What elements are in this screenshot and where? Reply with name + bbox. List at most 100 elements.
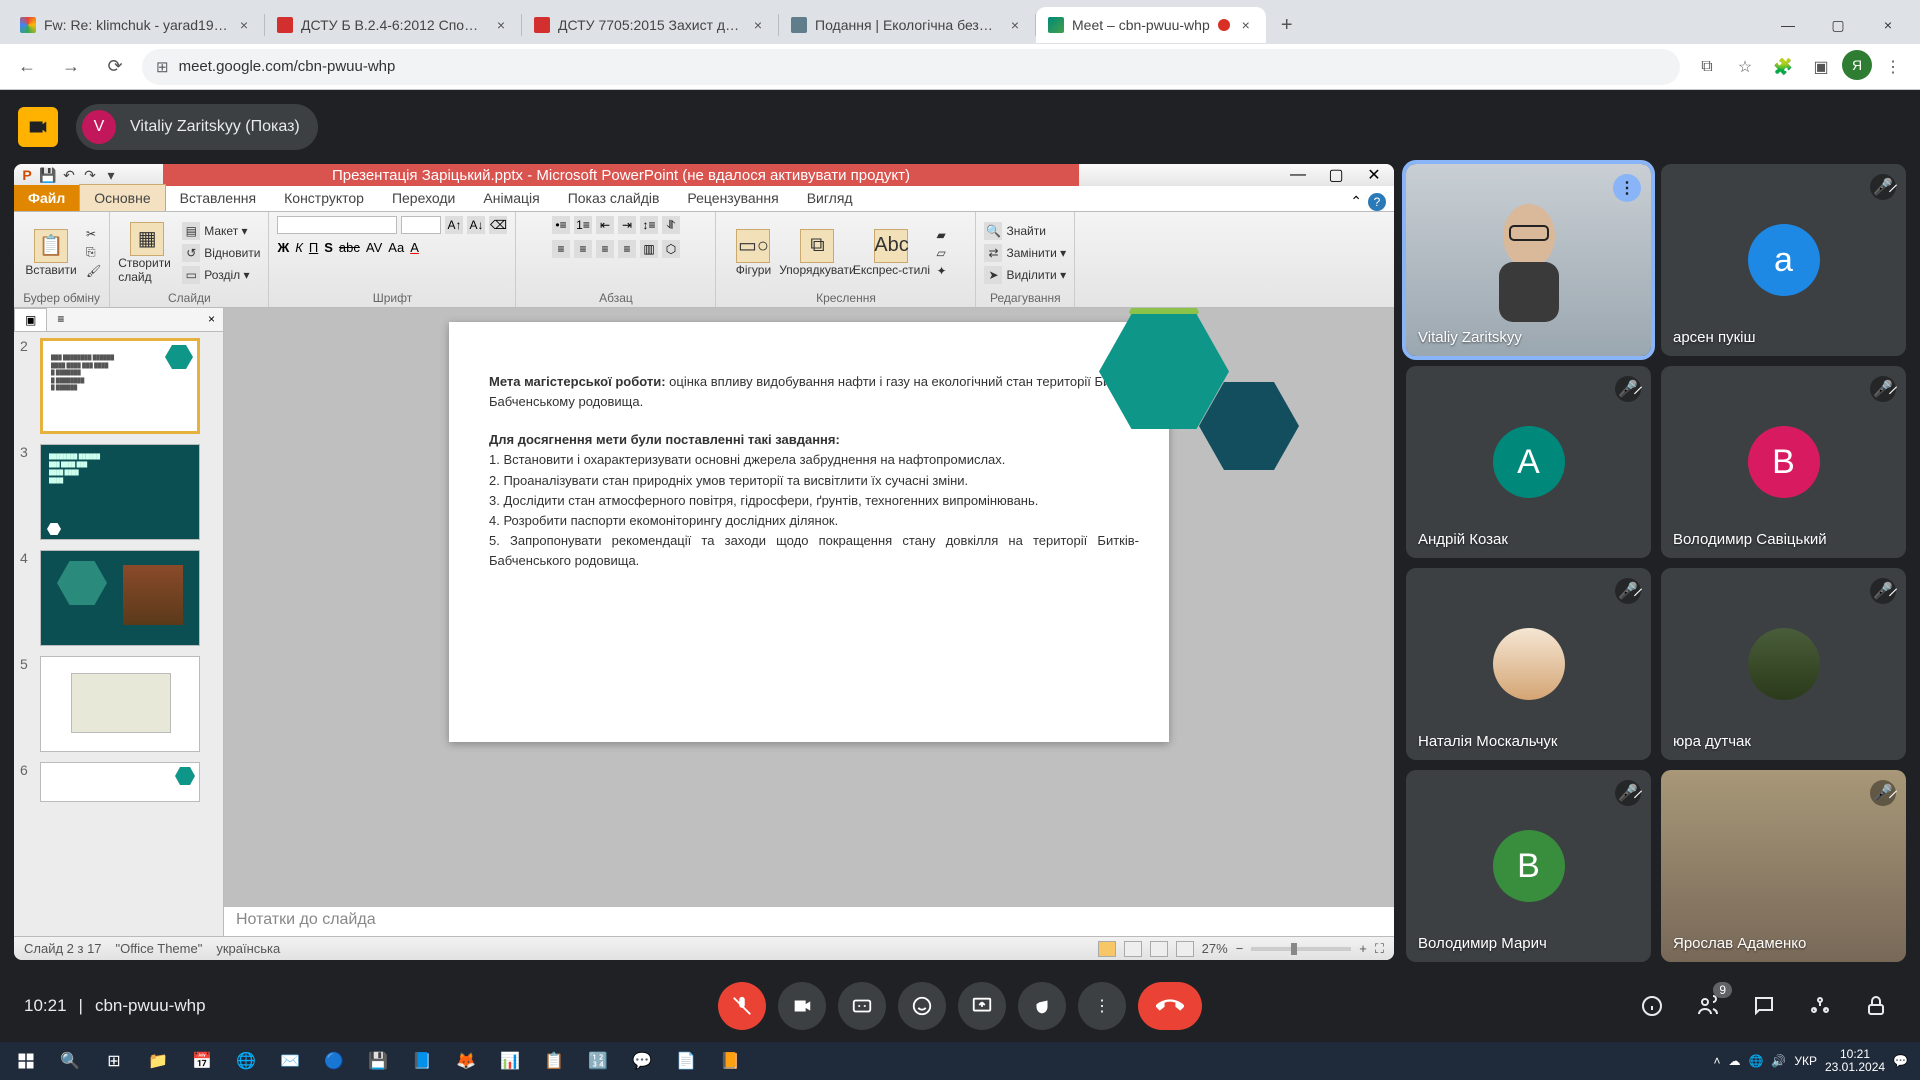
network-icon[interactable]: 🌐 — [1748, 1054, 1763, 1068]
fit-button[interactable]: ⛶ — [1375, 941, 1384, 957]
sorter-view-button[interactable] — [1124, 941, 1142, 957]
line-spacing-icon[interactable]: ↕≡ — [640, 216, 658, 234]
tile-nataliia[interactable]: 🎤̷ Наталія Москальчук — [1406, 568, 1651, 760]
chat-button[interactable] — [1744, 986, 1784, 1026]
shape-effects-button[interactable]: ✦ — [936, 264, 946, 278]
language[interactable]: українська — [216, 941, 280, 956]
slide-thumb-4[interactable] — [40, 550, 200, 646]
bold-button[interactable]: Ж — [277, 240, 289, 255]
profile-avatar[interactable]: Я — [1842, 50, 1872, 80]
captions-button[interactable] — [838, 982, 886, 1030]
align-left-icon[interactable]: ≡ — [552, 240, 570, 258]
select-button[interactable]: ➤Виділити ▾ — [984, 266, 1066, 284]
totalcmd-icon[interactable]: 💾 — [356, 1042, 400, 1080]
section-button[interactable]: ▭Розділ ▾ — [182, 266, 260, 284]
text-direction-icon[interactable]: ⥯ — [662, 216, 680, 234]
thumbnails[interactable]: 2███ ████████ ██████████ ████ ███ █████ … — [14, 332, 223, 936]
site-info-icon[interactable]: ⊞ — [156, 58, 169, 76]
find-button[interactable]: 🔍Знайти — [984, 222, 1066, 240]
outline-tab[interactable]: ≡ — [47, 308, 74, 331]
bookmark-icon[interactable]: ☆ — [1728, 50, 1762, 84]
raise-hand-button[interactable] — [1018, 982, 1066, 1030]
tile-yaroslav[interactable]: 🎤̷ Ярослав Адаменко — [1661, 770, 1906, 962]
shape-outline-button[interactable]: ▱ — [936, 246, 946, 260]
explorer-icon[interactable]: 📁 — [136, 1042, 180, 1080]
ppt-maximize-button[interactable]: ▢ — [1320, 165, 1352, 185]
shadow-button[interactable]: S — [324, 240, 333, 255]
close-icon[interactable]: × — [750, 17, 766, 33]
tab-review[interactable]: Рецензування — [673, 185, 792, 211]
reset-button[interactable]: ↺Відновити — [182, 244, 260, 262]
paste-button[interactable]: 📋Вставити — [22, 229, 80, 277]
powerpoint-taskbar-icon[interactable]: 📙 — [708, 1042, 752, 1080]
arrange-button[interactable]: ⧉Упорядкувати — [788, 229, 846, 277]
tray-chevron-icon[interactable]: ˄ — [1713, 1054, 1720, 1068]
present-button[interactable] — [958, 982, 1006, 1030]
shared-screen[interactable]: P 💾 ↶ ↷ ▾ Презентація Заріцький.pptx - M… — [14, 164, 1394, 960]
italic-button[interactable]: К — [295, 240, 303, 255]
slide-thumb-6[interactable] — [40, 762, 200, 802]
tab-file[interactable]: Файл — [14, 185, 79, 211]
slideshow-view-button[interactable] — [1176, 941, 1194, 957]
new-tab-button[interactable]: + — [1272, 10, 1302, 40]
replace-button[interactable]: ⇄Замінити ▾ — [984, 244, 1066, 262]
layout-button[interactable]: ▤Макет ▾ — [182, 222, 260, 240]
info-button[interactable] — [1632, 986, 1672, 1026]
volume-icon[interactable]: 🔊 — [1771, 1054, 1786, 1068]
tile-vitaliy[interactable]: ⋮ Vitaliy Zaritskyy — [1406, 164, 1651, 356]
minimize-button[interactable]: — — [1764, 7, 1812, 43]
tab-view[interactable]: Вигляд — [793, 185, 867, 211]
chrome-icon[interactable]: 🔵 — [312, 1042, 356, 1080]
tab-dstu-1[interactable]: ДСТУ Б В.2.4-6:2012 Споруди і × — [265, 7, 521, 43]
qat-dropdown-icon[interactable]: ▾ — [102, 166, 120, 184]
shape-fill-button[interactable]: ▰ — [936, 228, 946, 242]
align-center-icon[interactable]: ≡ — [574, 240, 592, 258]
calculator-icon[interactable]: 🔢 — [576, 1042, 620, 1080]
help-icon[interactable]: ? — [1368, 193, 1386, 211]
camera-button[interactable] — [778, 982, 826, 1030]
close-icon[interactable]: × — [1007, 17, 1023, 33]
tile-volodymyr-s[interactable]: В 🎤̷ Володимир Савіцький — [1661, 366, 1906, 558]
tab-animations[interactable]: Анімація — [469, 185, 553, 211]
tab-design[interactable]: Конструктор — [270, 185, 378, 211]
extensions-icon[interactable]: 🧩 — [1766, 50, 1800, 84]
tile-volodymyr-m[interactable]: В 🎤̷ Володимир Марич — [1406, 770, 1651, 962]
tile-arsen[interactable]: а 🎤̷ арсен пукіш — [1661, 164, 1906, 356]
slide-thumb-5[interactable] — [40, 656, 200, 752]
numbering-icon[interactable]: 1≡ — [574, 216, 592, 234]
underline-button[interactable]: П — [309, 240, 318, 255]
activities-button[interactable] — [1800, 986, 1840, 1026]
save-icon[interactable]: 💾 — [39, 166, 57, 184]
grow-font-icon[interactable]: A↑ — [445, 216, 463, 234]
slide-thumb-2[interactable]: ███ ████████ ██████████ ████ ███ █████ █… — [40, 338, 200, 434]
ppt-minimize-button[interactable]: — — [1282, 165, 1314, 185]
shapes-button[interactable]: ▭○Фігури — [724, 229, 782, 277]
zoom-slider[interactable] — [1251, 947, 1351, 951]
presenter-pill[interactable]: V Vitaliy Zaritskyy (Показ) — [76, 104, 318, 150]
app-icon[interactable]: 📘 — [400, 1042, 444, 1080]
notes-pane[interactable]: Нотатки до слайда — [224, 906, 1394, 936]
onedrive-icon[interactable]: ☁ — [1728, 1054, 1740, 1068]
bullets-icon[interactable]: •≡ — [552, 216, 570, 234]
tile-yura[interactable]: 🎤̷ юра дутчак — [1661, 568, 1906, 760]
clear-format-icon[interactable]: ⌫ — [489, 216, 507, 234]
slide-thumb-3[interactable]: ████████ █████████ ████ ███████ ████████ — [40, 444, 200, 540]
tab-dstu-2[interactable]: ДСТУ 7705:2015 Захист довкіл × — [522, 7, 778, 43]
start-button[interactable] — [4, 1042, 48, 1080]
tab-meet[interactable]: Meet – cbn-pwuu-whp × — [1036, 7, 1266, 43]
firefox-icon[interactable]: 🦊 — [444, 1042, 488, 1080]
slides-tab[interactable]: ▣ — [14, 308, 47, 331]
align-right-icon[interactable]: ≡ — [596, 240, 614, 258]
normal-view-button[interactable] — [1098, 941, 1116, 957]
mic-button[interactable] — [718, 982, 766, 1030]
format-painter-button[interactable]: 🖌 — [86, 264, 101, 278]
close-icon[interactable]: × — [236, 17, 252, 33]
tab-transitions[interactable]: Переходи — [378, 185, 469, 211]
smartart-icon[interactable]: ⬡ — [662, 240, 680, 258]
collapse-ribbon-icon[interactable]: ⌃ — [1350, 193, 1362, 211]
install-app-icon[interactable]: ⧉ — [1690, 50, 1724, 84]
current-slide[interactable]: Мета магістерської роботи: оцінка впливу… — [449, 322, 1169, 742]
zoom-level[interactable]: 27% — [1202, 941, 1228, 956]
redo-icon[interactable]: ↷ — [81, 166, 99, 184]
close-icon[interactable]: × — [1238, 17, 1254, 33]
